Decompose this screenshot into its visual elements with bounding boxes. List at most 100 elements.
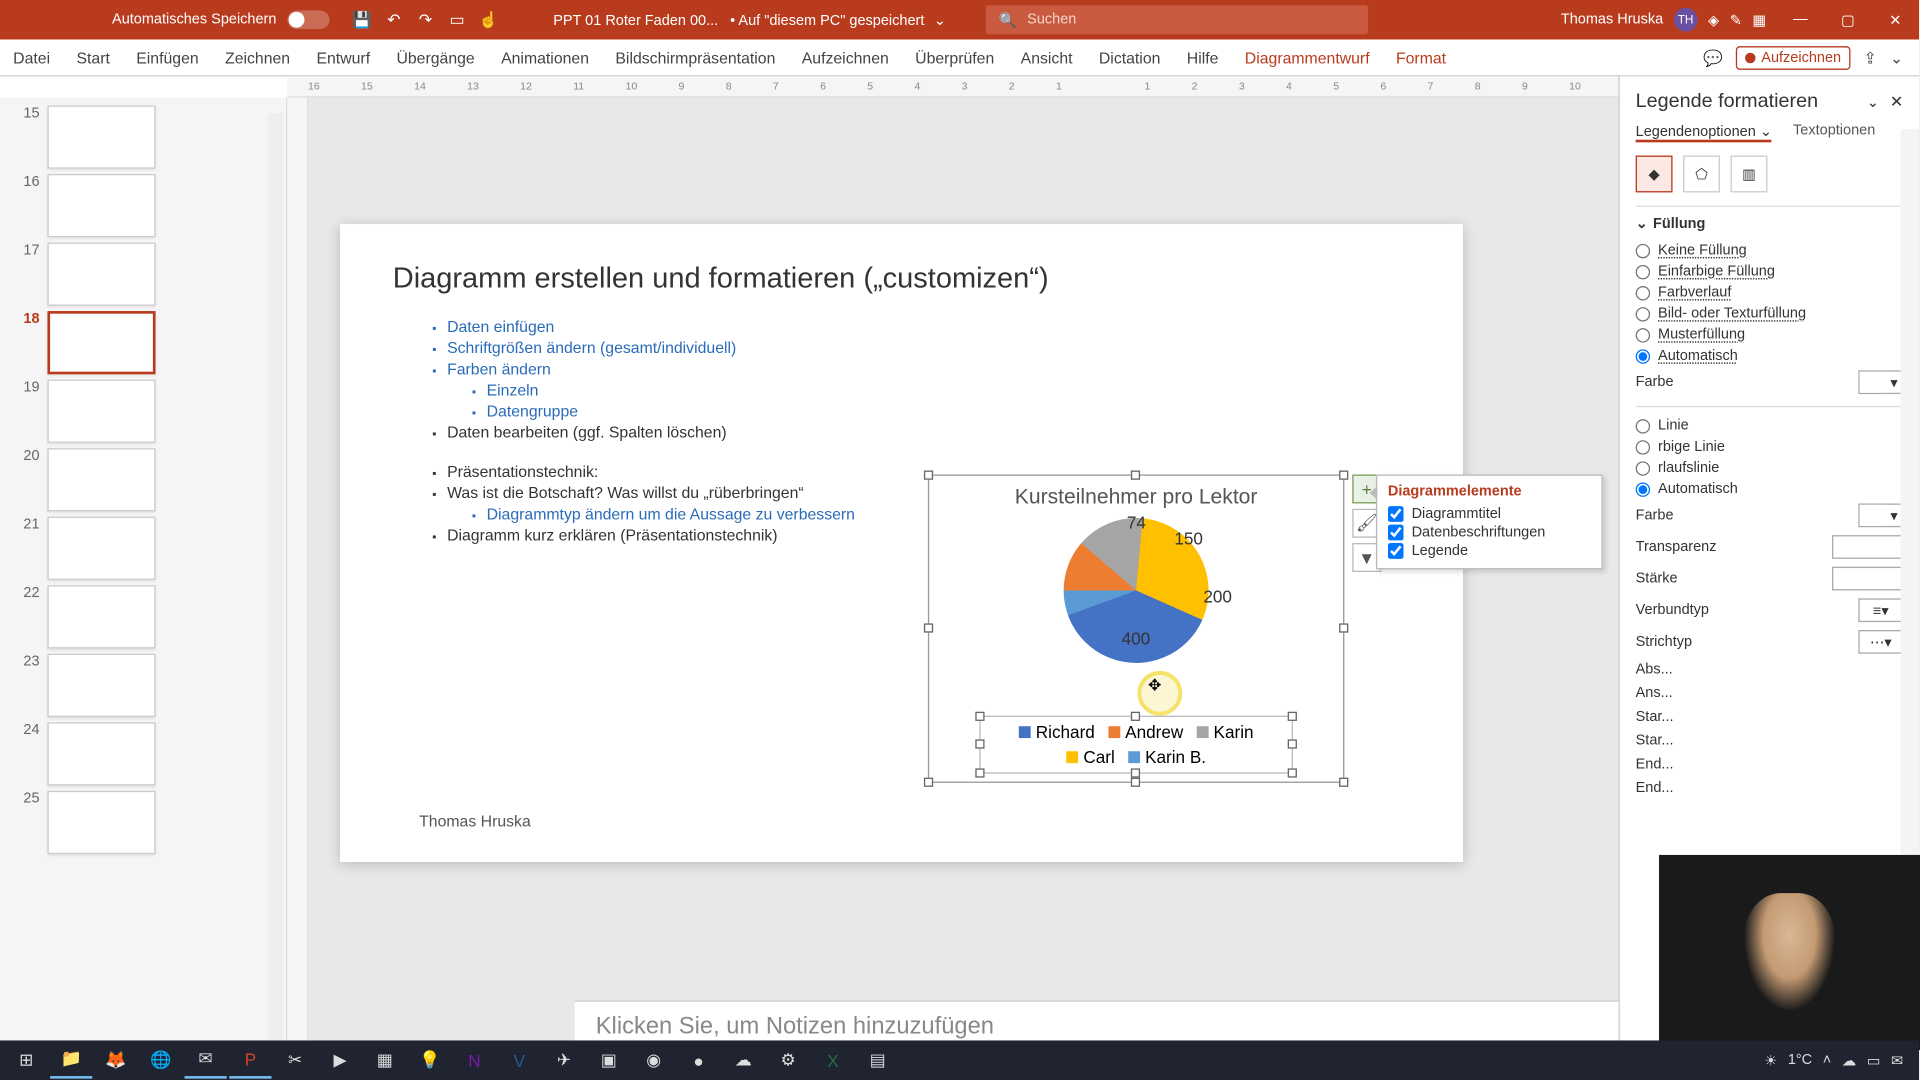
- battery-tray-icon[interactable]: ▭: [1867, 1052, 1881, 1069]
- line-color-picker[interactable]: ▾: [1858, 503, 1903, 527]
- line-prop-row[interactable]: Abs...: [1636, 658, 1904, 682]
- pen-icon[interactable]: ✎: [1730, 11, 1742, 28]
- temperature[interactable]: 1°C: [1788, 1052, 1812, 1068]
- doc-name[interactable]: PPT 01 Roter Faden 00...: [553, 13, 718, 29]
- thumbnail-15[interactable]: 15: [0, 103, 286, 172]
- thumbnail-24[interactable]: 24: [0, 720, 286, 789]
- line-radio[interactable]: rbige Linie: [1636, 436, 1904, 457]
- tab-diagrammentwurf[interactable]: Diagrammentwurf: [1232, 40, 1383, 76]
- powerpoint-icon[interactable]: P: [229, 1042, 271, 1079]
- onenote-icon[interactable]: N: [453, 1042, 495, 1079]
- tab-dictation[interactable]: Dictation: [1086, 40, 1174, 76]
- thumbnail-18[interactable]: 18: [0, 308, 286, 377]
- close-button[interactable]: ✕: [1872, 0, 1919, 40]
- save-icon[interactable]: 💾: [350, 8, 374, 32]
- excel-icon[interactable]: X: [812, 1042, 854, 1079]
- bullet-item[interactable]: Schriftgrößen ändern (gesamt/individuell…: [393, 337, 1410, 358]
- thumbnails-scrollbar[interactable]: [268, 98, 284, 1056]
- legend-item[interactable]: Andrew: [1108, 722, 1183, 742]
- chart-container[interactable]: Kursteilnehmer pro Lektor 500 74 150 200…: [928, 474, 1344, 782]
- line-prop-row[interactable]: Star...: [1636, 729, 1904, 753]
- compound-combo[interactable]: ≡▾: [1858, 598, 1903, 622]
- bullet-item[interactable]: Farben ändern: [393, 358, 1410, 379]
- explorer-icon[interactable]: 📁: [50, 1042, 92, 1079]
- slideshow-icon[interactable]: ▭: [445, 8, 469, 32]
- thumbnail-25[interactable]: 25: [0, 788, 286, 857]
- app-icon[interactable]: ▦: [364, 1042, 406, 1079]
- tab-format[interactable]: Format: [1383, 40, 1459, 76]
- chart-title[interactable]: Kursteilnehmer pro Lektor: [929, 486, 1343, 510]
- line-prop-row[interactable]: Ans...: [1636, 681, 1904, 705]
- thumbnail-17[interactable]: 17: [0, 240, 286, 309]
- line-prop-row[interactable]: End...: [1636, 753, 1904, 777]
- app5-icon[interactable]: ●: [677, 1042, 719, 1079]
- slide-thumbnails[interactable]: 1516171819202122232425: [0, 98, 287, 1056]
- app7-icon[interactable]: ▤: [857, 1042, 899, 1079]
- tab-einfuegen[interactable]: Einfügen: [123, 40, 212, 76]
- thumbnail-20[interactable]: 20: [0, 445, 286, 514]
- outlook-icon[interactable]: ✉: [185, 1042, 227, 1079]
- transparency-input[interactable]: [1832, 535, 1903, 559]
- ribbon-collapse-icon[interactable]: ⌄: [1890, 48, 1903, 66]
- autosave-toggle[interactable]: [287, 11, 329, 29]
- tab-legendenoptionen[interactable]: Legendenoptionen ⌄: [1636, 123, 1772, 143]
- bullet-item[interactable]: Einzeln: [393, 380, 1410, 401]
- app3-icon[interactable]: ▣: [588, 1042, 630, 1079]
- effects-icon[interactable]: ⬠: [1683, 156, 1720, 193]
- tab-aufzeichnen[interactable]: Aufzeichnen: [789, 40, 902, 76]
- telegram-icon[interactable]: ✈: [543, 1042, 585, 1079]
- vlc-icon[interactable]: ▶: [319, 1042, 361, 1079]
- fill-radio[interactable]: Einfarbige Füllung: [1636, 261, 1904, 282]
- minimize-button[interactable]: —: [1777, 0, 1824, 40]
- thumbnail-21[interactable]: 21: [0, 514, 286, 583]
- data-label-200[interactable]: 200: [1203, 587, 1232, 607]
- onedrive-tray-icon[interactable]: ☁: [1842, 1052, 1856, 1069]
- tab-datei[interactable]: Datei: [0, 40, 63, 76]
- comments-icon[interactable]: 💬: [1703, 48, 1723, 66]
- visio-icon[interactable]: V: [498, 1042, 540, 1079]
- legend-item[interactable]: Carl: [1066, 747, 1115, 767]
- tab-hilfe[interactable]: Hilfe: [1174, 40, 1232, 76]
- data-label-400[interactable]: 400: [1122, 629, 1151, 649]
- weather-icon[interactable]: ☀: [1764, 1052, 1777, 1069]
- doc-dropdown-icon[interactable]: ⌄: [934, 13, 946, 29]
- calendar-icon[interactable]: ▦: [1752, 11, 1766, 28]
- fill-section-header[interactable]: ⌄Füllung: [1636, 215, 1904, 232]
- line-prop-row[interactable]: Star...: [1636, 705, 1904, 729]
- app4-icon[interactable]: ◉: [633, 1042, 675, 1079]
- search-box[interactable]: 🔍 Suchen: [985, 5, 1367, 34]
- line-radio[interactable]: Automatisch: [1636, 478, 1904, 499]
- chrome-icon[interactable]: 🌐: [140, 1042, 182, 1079]
- app2-icon[interactable]: 💡: [409, 1042, 451, 1079]
- avatar[interactable]: TH: [1674, 8, 1698, 32]
- flyout-checkbox[interactable]: Diagrammtitel: [1388, 505, 1591, 523]
- pane-close-icon[interactable]: ✕: [1890, 92, 1903, 110]
- share-icon[interactable]: ⇪: [1863, 48, 1876, 66]
- tab-textoptionen[interactable]: Textoptionen: [1793, 123, 1875, 143]
- tab-ansicht[interactable]: Ansicht: [1007, 40, 1085, 76]
- fill-radio[interactable]: Automatisch: [1636, 345, 1904, 366]
- app6-icon[interactable]: ☁: [722, 1042, 764, 1079]
- bullet-item[interactable]: Daten bearbeiten (ggf. Spalten löschen): [393, 422, 1410, 443]
- tab-animationen[interactable]: Animationen: [488, 40, 602, 76]
- record-button[interactable]: Aufzeichnen: [1736, 45, 1850, 69]
- tab-start[interactable]: Start: [63, 40, 123, 76]
- fill-line-icon[interactable]: ◆: [1636, 156, 1673, 193]
- legend-item[interactable]: Richard: [1019, 722, 1095, 742]
- thumbnail-23[interactable]: 23: [0, 651, 286, 720]
- undo-icon[interactable]: ↶: [382, 8, 406, 32]
- legend-item[interactable]: Karin B.: [1128, 747, 1206, 767]
- fill-radio[interactable]: Keine Füllung: [1636, 240, 1904, 261]
- chart-legend[interactable]: RichardAndrewKarinCarlKarin B.: [979, 716, 1293, 774]
- fill-color-picker[interactable]: ▾: [1858, 370, 1903, 394]
- fill-radio[interactable]: Farbverlauf: [1636, 282, 1904, 303]
- tray-chevron-icon[interactable]: ˄: [1823, 1052, 1831, 1068]
- tab-bildschirm[interactable]: Bildschirmpräsentation: [602, 40, 788, 76]
- data-label-74[interactable]: 74: [1127, 513, 1146, 533]
- pane-dropdown-icon[interactable]: ⌄: [1867, 95, 1879, 111]
- bullet-item[interactable]: Datengruppe: [393, 401, 1410, 422]
- data-label-500[interactable]: 500: [1029, 576, 1058, 596]
- firefox-icon[interactable]: 🦊: [95, 1042, 137, 1079]
- mail-tray-icon[interactable]: ✉: [1891, 1052, 1903, 1069]
- settings-icon[interactable]: ⚙: [767, 1042, 809, 1079]
